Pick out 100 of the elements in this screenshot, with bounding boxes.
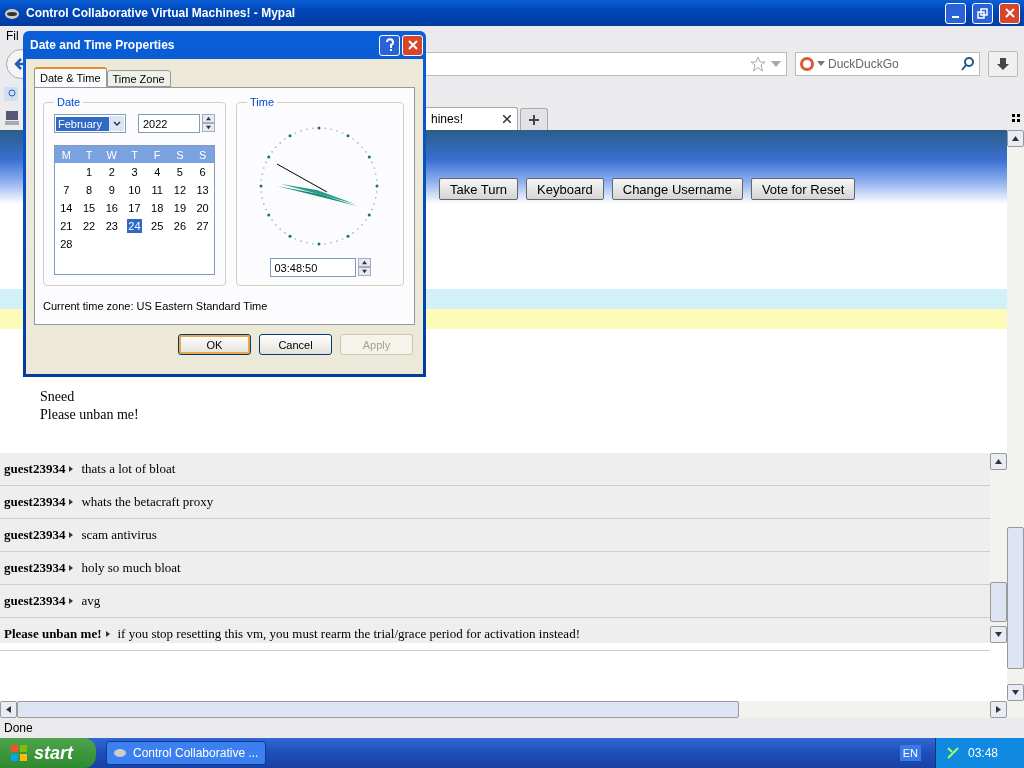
search-field[interactable]: DuckDuckGo [795,52,980,76]
page-button[interactable]: Keyboard [526,178,604,200]
calendar-day[interactable]: 9 [107,183,116,197]
calendar-day[interactable]: 7 [62,183,71,197]
page-button[interactable]: Take Turn [439,178,519,200]
grid-icon[interactable] [1012,114,1020,122]
help-button[interactable] [379,34,400,56]
calendar-day[interactable]: 22 [81,219,97,233]
calendar-day[interactable]: 15 [81,201,97,215]
chat-username: guest23934 [4,527,66,543]
time-down-button[interactable] [357,267,371,276]
weekday-label: S [197,148,208,161]
minimize-button[interactable] [945,2,966,24]
calendar-day[interactable]: 13 [195,183,210,197]
scroll-thumb[interactable] [990,582,1007,622]
calendar-day[interactable]: 11 [150,183,164,197]
calendar-day[interactable]: 19 [172,201,188,215]
arrow-icon [69,598,74,604]
time-up-button[interactable] [357,258,371,267]
page-button[interactable]: Change Username [611,178,743,200]
year-up-button[interactable] [202,114,215,123]
weekday-label: M [60,148,72,161]
computer-icon[interactable] [4,110,20,126]
taskbar-button[interactable]: Control Collaborative ... [106,741,266,765]
calendar-day[interactable]: 6 [198,165,207,179]
horizontal-scrollbar[interactable] [0,701,1007,718]
chat-text: thats a lot of bloat [81,461,176,477]
scroll-down-button[interactable] [990,626,1007,643]
calendar-day[interactable]: 25 [150,219,165,233]
clock: 03:48 [968,746,999,760]
scroll-left-button[interactable] [0,701,17,718]
close-button[interactable] [999,2,1020,24]
restore-button[interactable] [972,2,993,24]
new-tab-button[interactable] [520,108,548,130]
scroll-thumb[interactable] [1007,527,1024,669]
user-name: Sneed [40,389,76,405]
calendar-day[interactable]: 28 [59,237,74,251]
calendar-day[interactable]: 5 [175,165,184,179]
dialog-tab[interactable]: Time Zone [106,70,171,87]
dialog-button[interactable]: OK [178,334,251,355]
up-arrow-icon [206,116,211,121]
calendar-day[interactable]: 23 [104,219,119,233]
dropdown-icon[interactable] [817,61,825,67]
menu-item[interactable]: Fil [6,29,19,43]
close-icon[interactable] [503,115,511,123]
chat-username: guest23934 [4,461,66,477]
page-button[interactable]: Vote for Reset [750,178,856,200]
dialog-button[interactable]: Cancel [259,334,332,355]
scroll-up-button[interactable] [1007,130,1024,147]
calendar-day[interactable]: 1 [85,165,94,179]
left-arrow-icon [5,706,12,713]
calendar-day[interactable]: 10 [127,183,142,197]
close-icon [407,40,418,50]
calendar-day[interactable]: 12 [172,183,188,197]
year-field[interactable]: 2022 [138,114,200,133]
calendar-day[interactable]: 4 [153,165,162,179]
down-arrow-icon [1012,689,1019,696]
chat-text: whats the betacraft proxy [81,494,214,510]
window-title: Control Collaborative Virtual Machines! - Mypal [26,6,297,20]
user-name: Please unban me! [40,407,140,423]
calendar-day[interactable]: 20 [195,201,210,215]
calendar-day[interactable]: 27 [195,219,210,233]
language-indicator[interactable]: EN [899,745,921,761]
year-down-button[interactable] [202,123,215,132]
scroll-up-button[interactable] [990,453,1007,470]
download-button[interactable] [988,51,1018,77]
calendar-day[interactable]: 21 [59,219,74,233]
calendar-day[interactable]: 17 [127,201,142,215]
scroll-thumb[interactable] [17,701,739,718]
time-field[interactable]: 03:48:50 [269,258,356,277]
calendar-day[interactable]: 24 [127,219,142,233]
page-scrollbar[interactable] [1007,130,1024,718]
dialog-tab[interactable]: Date & Time [34,67,107,87]
chat-scrollbar[interactable] [990,453,1007,643]
down-arrow-icon [361,269,367,274]
start-button[interactable]: start [0,738,96,768]
browser-tab[interactable]: hines! [424,107,518,130]
arrow-icon [105,631,110,637]
restore-icon [977,7,988,19]
close-button[interactable] [402,34,423,56]
up-arrow-icon [361,260,367,265]
calendar-day[interactable]: 3 [130,165,139,179]
calendar-day[interactable]: 26 [172,219,188,233]
weekday-label: S [175,148,185,161]
star-icon[interactable] [750,56,766,72]
calendar-day[interactable]: 2 [107,165,116,179]
calendar-day[interactable]: 16 [104,201,119,215]
scroll-down-button[interactable] [1007,684,1024,701]
down-arrow-icon [995,631,1002,638]
weekday-label: T [84,148,94,161]
calendar-day[interactable]: 14 [59,201,74,215]
month-dropdown[interactable]: February [54,114,126,133]
time-zone-text: Current time zone: US Eastern Standard Time [43,300,269,312]
search-icon[interactable] [961,57,975,71]
calendar-day[interactable]: 18 [150,201,165,215]
chat-username: guest23934 [4,494,66,510]
chat-text: holy so much bloat [81,560,181,576]
calendar-day[interactable]: 8 [85,183,94,197]
chat-text: avg [81,593,101,609]
scroll-right-button[interactable] [990,701,1007,718]
